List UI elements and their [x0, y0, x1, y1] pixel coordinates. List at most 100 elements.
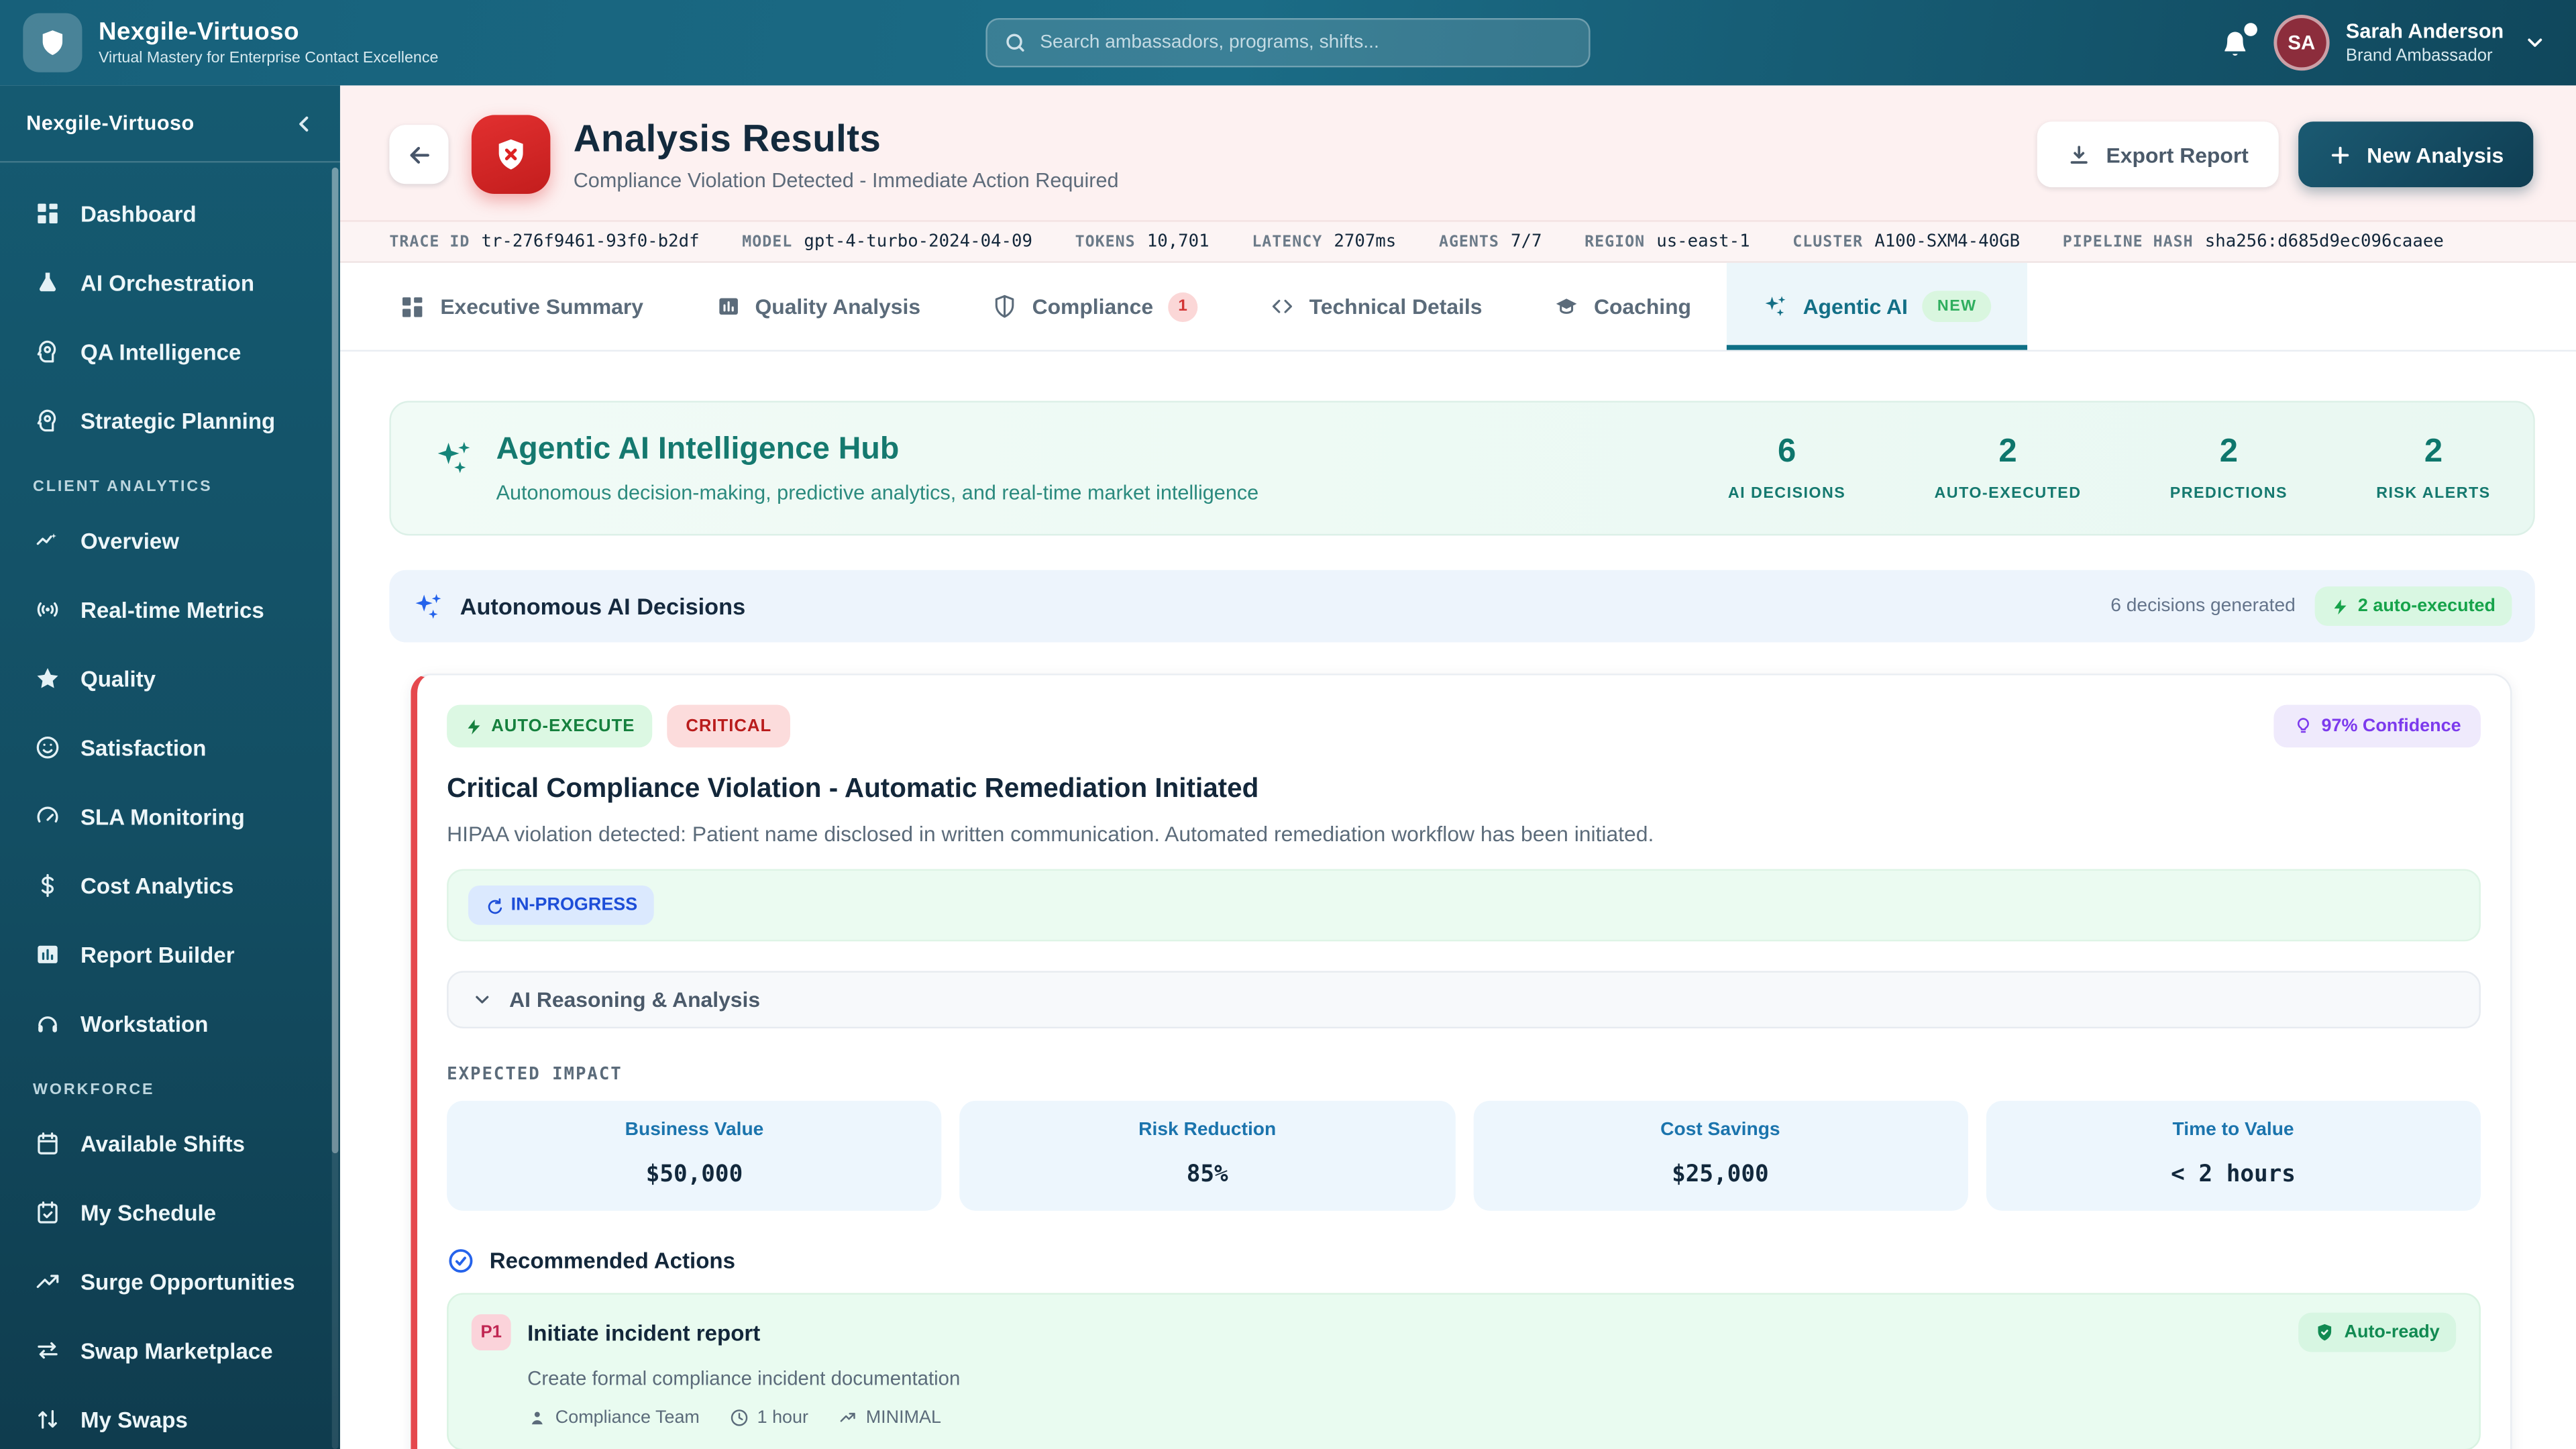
action-meta: Compliance Team 1 hour MINIMAL — [527, 1408, 2456, 1428]
search-input[interactable] — [1040, 32, 1572, 53]
sidebar-item-real-time-metrics[interactable]: Real-time Metrics — [16, 575, 323, 644]
impact-label: Cost Savings — [1660, 1120, 1780, 1140]
shield-logo-icon — [38, 28, 67, 58]
tab-label: Coaching — [1593, 294, 1692, 319]
tab-coaching[interactable]: Coaching — [1518, 263, 1727, 350]
action-duration: 1 hour — [729, 1408, 808, 1428]
trace-metadata-bar: TRACE ID tr-276f9461-93f0-b2df MODEL gpt-4-… — [339, 220, 2576, 263]
action-owner: Compliance Team — [527, 1408, 700, 1428]
sidebar-item-available-shifts[interactable]: Available Shifts — [16, 1109, 323, 1178]
sidebar-item-label: Workstation — [80, 1011, 209, 1036]
avatar: SA — [2273, 15, 2330, 71]
tab-agentic-ai[interactable]: Agentic AI NEW — [1727, 262, 2028, 350]
auto-ready-badge: Auto-ready — [2298, 1312, 2457, 1352]
global-search[interactable] — [985, 17, 1591, 68]
ai-reasoning-label: AI Reasoning & Analysis — [509, 987, 761, 1012]
head-gear-icon — [34, 407, 60, 433]
notifications-button[interactable] — [2219, 22, 2257, 58]
sidebar-item-label: Dashboard — [80, 201, 197, 226]
sidebar-item-label: QA Intelligence — [80, 339, 241, 364]
sidebar-item-overview[interactable]: Overview — [16, 506, 323, 575]
trace-label: TRACE ID — [389, 233, 470, 252]
decision-description: HIPAA violation detected: Patient name d… — [447, 821, 1654, 847]
sidebar-item-label: Surge Opportunities — [80, 1269, 295, 1294]
sidebar-item-surge-opportunities[interactable]: Surge Opportunities — [16, 1247, 323, 1316]
user-menu[interactable]: SA Sarah Anderson Brand Ambassador — [2273, 15, 2546, 71]
auto-execute-badge: AUTO-EXECUTE — [447, 704, 653, 748]
hub-title: Agentic AI Intelligence Hub — [496, 432, 900, 467]
sidebar-item-my-swaps[interactable]: My Swaps — [16, 1385, 323, 1449]
tab-technical-details[interactable]: Technical Details — [1234, 263, 1518, 350]
sidebar-item-sla-monitoring[interactable]: SLA Monitoring — [16, 782, 323, 851]
trace-value: gpt-4-turbo-2024-04-09 — [804, 231, 1032, 252]
trace-value: 7/7 — [1511, 231, 1542, 252]
swap-horizontal-icon — [34, 1337, 60, 1363]
compliance-alert-tile — [471, 115, 551, 194]
trace-item-cluster: CLUSTER A100-SXM4-40GB — [1792, 231, 2020, 251]
auto-executed-pill: 2 auto-executed — [2315, 586, 2512, 627]
sidebar-item-dashboard[interactable]: Dashboard — [16, 179, 323, 248]
action-card-initiate-incident-report[interactable]: P1 Initiate incident report Auto-ready Crea… — [447, 1293, 2481, 1449]
sidebar-collapse-button[interactable] — [292, 111, 317, 136]
action-impact: MINIMAL — [838, 1408, 941, 1428]
hub-stat-ai-decisions: 6 AI DECISIONS — [1728, 434, 1845, 503]
sidebar-item-quality[interactable]: Quality — [16, 644, 323, 713]
sidebar-item-label: Strategic Planning — [80, 408, 276, 433]
app-title: Nexgile-Virtuoso — [98, 17, 300, 46]
tab-label: Executive Summary — [440, 294, 643, 319]
trend-icon — [34, 527, 60, 553]
app-subtitle: Virtual Mastery for Enterprise Contact E… — [98, 49, 439, 68]
status-badge: IN-PROGRESS — [468, 885, 654, 925]
decisions-generated-text: 6 decisions generated — [2110, 596, 2296, 616]
sidebar-item-label: AI Orchestration — [80, 270, 255, 295]
ai-reasoning-accordion[interactable]: AI Reasoning & Analysis — [447, 971, 2481, 1029]
tab-compliance[interactable]: Compliance 1 — [957, 263, 1234, 350]
trace-item-trace-id: TRACE ID tr-276f9461-93f0-b2df — [389, 231, 699, 251]
sidebar-item-label: Overview — [80, 528, 180, 553]
refresh-icon — [484, 896, 502, 914]
sidebar-scrollbar[interactable] — [331, 167, 339, 1154]
person-icon — [527, 1408, 547, 1428]
sidebar-item-swap-marketplace[interactable]: Swap Marketplace — [16, 1316, 323, 1385]
sidebar-item-cost-analytics[interactable]: Cost Analytics — [16, 851, 323, 920]
impact-value: $25,000 — [1672, 1161, 1769, 1188]
tab-executive-summary[interactable]: Executive Summary — [363, 263, 680, 350]
impact-label: Risk Reduction — [1138, 1120, 1277, 1140]
executive-summary-icon — [399, 293, 425, 319]
hub-stat-auto-executed: 2 AUTO-EXECUTED — [1935, 434, 2082, 503]
tab-label: Compliance — [1032, 294, 1154, 319]
sidebar-item-label: SLA Monitoring — [80, 804, 245, 829]
hub-subtitle: Autonomous decision-making, predictive a… — [496, 481, 1259, 504]
impact-value: 85% — [1186, 1161, 1228, 1188]
confidence-badge: 97% Confidence — [2273, 704, 2481, 748]
trace-label: TOKENS — [1075, 233, 1136, 252]
sidebar-item-strategic-planning[interactable]: Strategic Planning — [16, 386, 323, 455]
user-name: Sarah Anderson — [2345, 19, 2504, 43]
sidebar-item-satisfaction[interactable]: Satisfaction — [16, 713, 323, 782]
trace-label: MODEL — [742, 233, 793, 252]
export-report-button[interactable]: Export Report — [2037, 121, 2278, 188]
stat-value: 2 — [2219, 433, 2239, 470]
sidebar-item-workstation[interactable]: Workstation — [16, 989, 323, 1058]
tabs: Executive Summary Quality Analysis Complia… — [339, 262, 2576, 352]
topbar: Nexgile-Virtuoso Virtual Mastery for Ent… — [0, 0, 2576, 86]
trace-label: LATENCY — [1252, 233, 1323, 252]
priority-badge: P1 — [471, 1314, 511, 1351]
sidebar-item-qa-intelligence[interactable]: QA Intelligence — [16, 317, 323, 386]
sidebar-item-ai-orchestration[interactable]: AI Orchestration — [16, 248, 323, 317]
shield-small-icon — [2314, 1322, 2334, 1342]
trace-label: REGION — [1585, 233, 1646, 252]
tab-quality-analysis[interactable]: Quality Analysis — [680, 263, 957, 350]
sparkles-icon — [434, 439, 474, 478]
sidebar-item-my-schedule[interactable]: My Schedule — [16, 1178, 323, 1247]
back-button[interactable] — [389, 125, 449, 184]
sidebar-item-label: Satisfaction — [80, 735, 207, 760]
page-header: Analysis Results Compliance Violation De… — [339, 85, 2576, 221]
sidebar-item-report-builder[interactable]: Report Builder — [16, 920, 323, 989]
decision-card: AUTO-EXECUTE CRITICAL 97% Confidence Cri… — [411, 674, 2512, 1449]
dollar-icon — [34, 872, 60, 898]
trace-item-pipeline-hash: PIPELINE HASH sha256:d685d9ec096caaee — [2063, 231, 2444, 251]
sidebar-brand: Nexgile-Virtuoso — [26, 111, 195, 135]
new-analysis-button[interactable]: New Analysis — [2298, 121, 2534, 188]
sidebar-item-label: Cost Analytics — [80, 873, 234, 898]
